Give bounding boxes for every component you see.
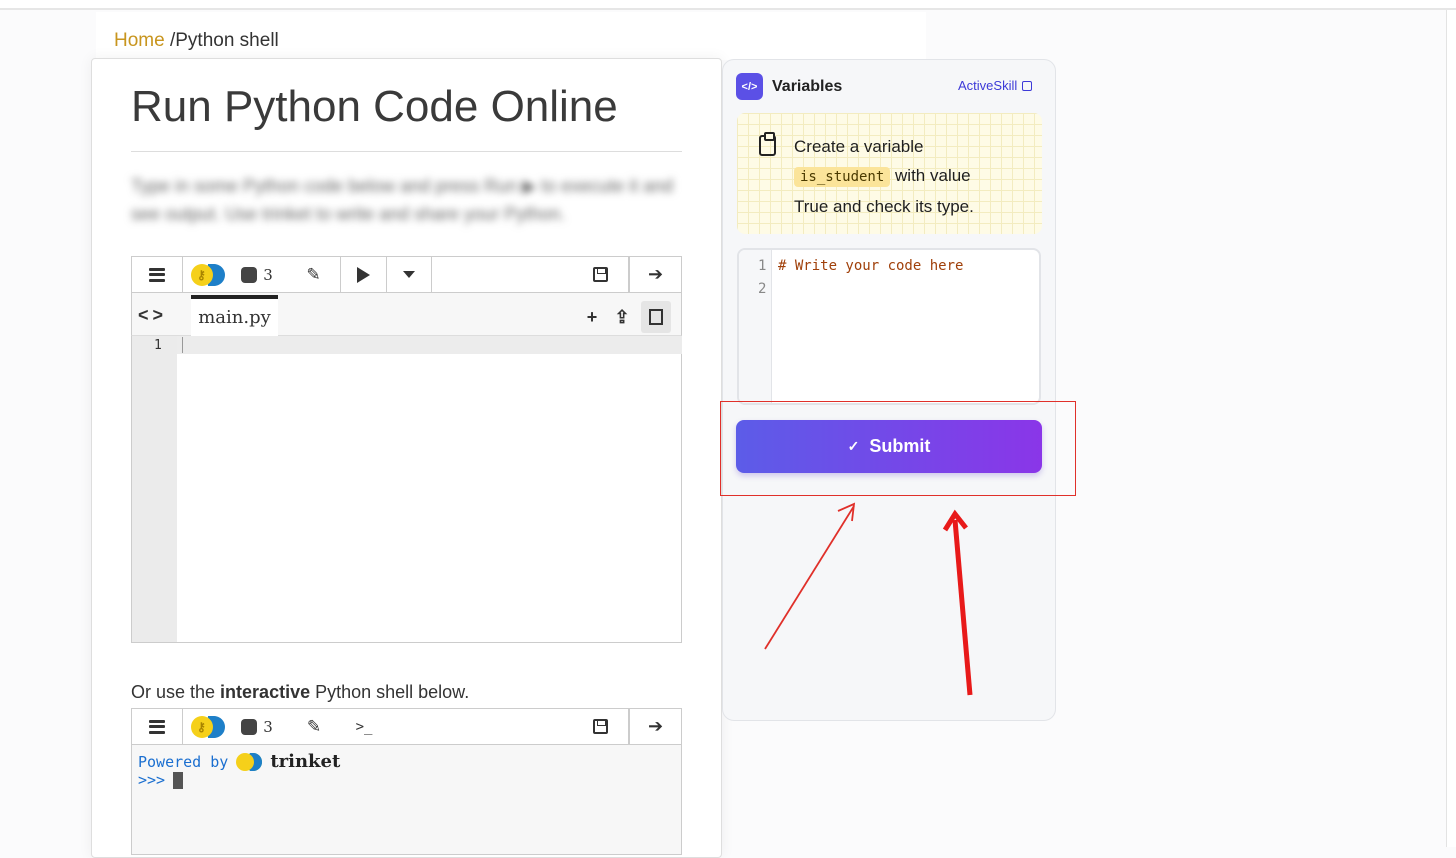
trinket-logo-icon [236, 752, 263, 771]
python-version: 3 [263, 265, 273, 284]
highlight-box [720, 401, 1076, 496]
shell-python-version: 3 [263, 717, 273, 736]
powered-by: Powered by trinket [138, 751, 340, 772]
line-number: 1 [154, 338, 162, 353]
breadcrumb-home-link[interactable]: Home [114, 30, 165, 51]
shell-sign-in-button[interactable]: ➔ [629, 709, 681, 744]
top-border [0, 0, 1456, 10]
sign-in-button[interactable]: ➔ [629, 257, 681, 292]
panel-editor-gutter [739, 250, 772, 403]
shell-intro-text: Or use the [131, 682, 221, 702]
menu-icon [149, 267, 165, 282]
task-text-line3: True and check its type. [794, 197, 974, 216]
play-icon [357, 266, 370, 283]
active-line [177, 336, 682, 354]
powered-by-text: Powered by [138, 752, 229, 771]
code-editor[interactable]: 1 [131, 336, 682, 643]
activeskill-link-label: ActiveSkill [958, 78, 1018, 93]
panel-header: </> Variables [736, 73, 842, 100]
panel-code-comment: # Write your code here [778, 258, 964, 274]
python-shell[interactable]: Powered by trinket >>> [131, 745, 682, 855]
shell-python-version-button[interactable]: 3 [232, 709, 282, 744]
sign-in-icon: ➔ [647, 264, 664, 284]
page-title: Run Python Code Online [131, 82, 618, 131]
editor-tab-bar: <> main.py + ⇪ [131, 293, 682, 336]
shell-console-button[interactable]: >_ [341, 709, 387, 744]
breadcrumb: Home /Python shell [114, 30, 279, 52]
shell-save-button[interactable] [573, 709, 629, 744]
python-version-button[interactable]: 3 [232, 257, 282, 292]
shell-intro: Or use the interactive Python shell belo… [131, 682, 469, 703]
image-icon[interactable] [641, 301, 671, 333]
shell-toolbar: ⚷ 3 ✎ >_ ➔ [131, 708, 682, 745]
shell-menu-button[interactable] [132, 709, 183, 744]
clipboard-icon [759, 132, 776, 156]
task-text-line1: Create a variable [794, 137, 924, 156]
editor-gutter [132, 336, 177, 642]
caret-down-icon [403, 271, 415, 278]
save-button[interactable] [573, 257, 629, 292]
title-divider [131, 151, 682, 152]
task-card: Create a variable is_student with value … [737, 113, 1042, 234]
pencil-icon: ✎ [306, 716, 322, 736]
sign-in-icon: ➔ [647, 716, 664, 736]
page-description: Type in some Python code below and press… [131, 176, 674, 224]
pencil-icon: ✎ [306, 264, 321, 284]
run-button[interactable] [341, 257, 387, 292]
save-icon [593, 719, 608, 734]
task-code: is_student [794, 167, 891, 187]
trinket-logo-icon: ⚷ [191, 263, 225, 286]
menu-button[interactable] [132, 257, 183, 292]
task-text-line2: with value [895, 166, 971, 185]
panel-line-number: 1 [758, 258, 767, 274]
python-icon [241, 718, 258, 735]
terminal-icon: >_ [355, 718, 373, 735]
upload-icon[interactable]: ⇪ [611, 305, 633, 329]
trinket-logo-button[interactable]: ⚷ [185, 257, 231, 292]
edit-button[interactable]: ✎ [287, 257, 341, 292]
trinket-brand[interactable]: trinket [270, 751, 340, 772]
text-cursor [182, 337, 183, 353]
code-icon: </> [736, 73, 763, 100]
shell-intro-text-end: Python shell below. [310, 682, 470, 702]
tab-main-py[interactable]: main.py [191, 295, 278, 336]
add-file-icon[interactable]: + [581, 305, 603, 329]
shell-intro-bold: interactive [220, 682, 311, 702]
code-nav-icon[interactable]: <> [138, 305, 167, 326]
trinket-logo-icon: ⚷ [191, 715, 225, 738]
panel-line-number: 2 [758, 281, 767, 297]
save-icon [593, 267, 608, 282]
menu-icon [149, 719, 165, 734]
breadcrumb-current: Python shell [175, 30, 279, 51]
external-link-icon [1022, 80, 1033, 91]
panel-code-editor[interactable]: 1 2 # Write your code here [737, 248, 1041, 405]
task-text: Create a variable is_student with value … [794, 132, 1034, 221]
shell-cursor [173, 771, 184, 789]
python-icon [241, 266, 258, 283]
run-options-button[interactable] [387, 257, 432, 292]
activeskill-link[interactable]: ActiveSkill [958, 78, 1033, 93]
shell-trinket-logo-button[interactable]: ⚷ [185, 709, 231, 744]
panel-title: Variables [772, 77, 843, 95]
prompt-text: >>> [138, 771, 166, 789]
right-edge [1446, 10, 1456, 847]
editor-toolbar: ⚷ 3 ✎ ➔ [131, 256, 682, 293]
breadcrumb-separator: / [164, 30, 176, 51]
shell-prompt: >>> [138, 771, 184, 789]
shell-edit-button[interactable]: ✎ [287, 709, 341, 744]
